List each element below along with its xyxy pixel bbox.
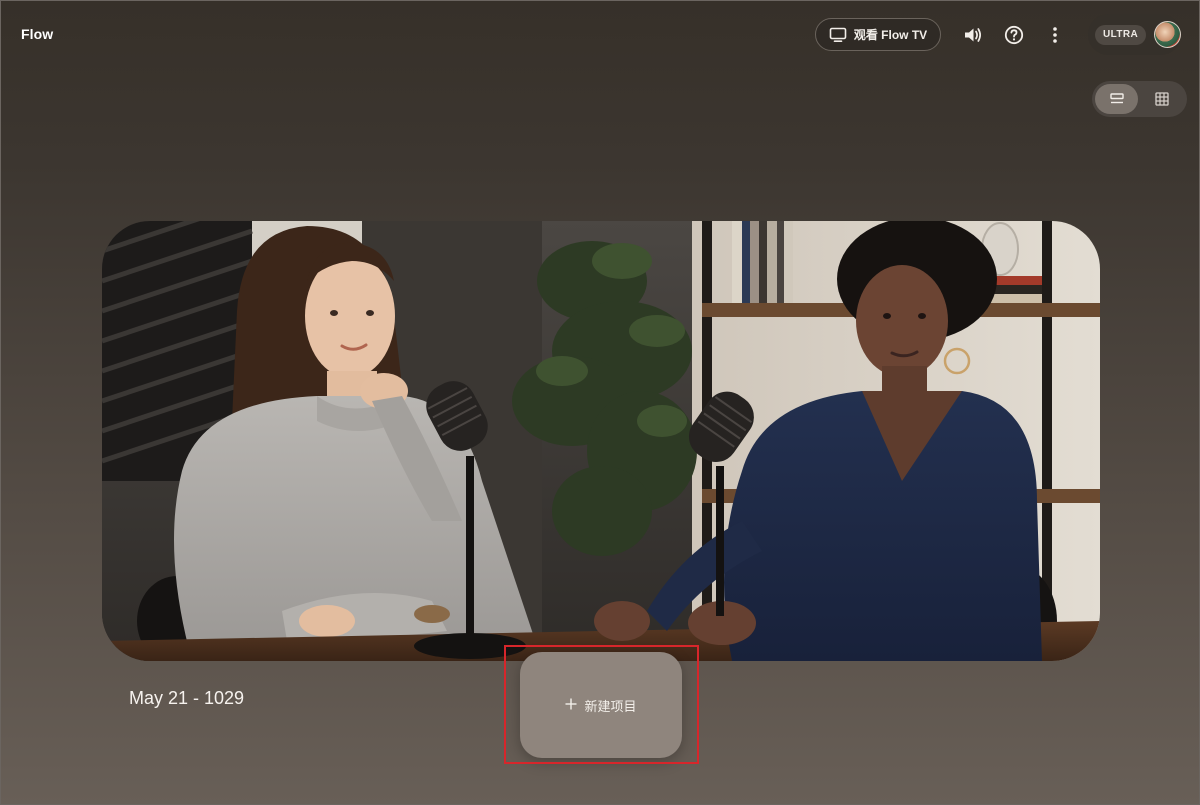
list-view-button[interactable] — [1095, 84, 1138, 114]
account-button[interactable]: ULTRA — [1088, 14, 1181, 55]
new-project-label: 新建项目 — [584, 698, 637, 714]
tv-icon — [829, 27, 847, 43]
list-view-icon — [1109, 93, 1124, 104]
volume-icon[interactable] — [961, 23, 985, 47]
tier-badge: ULTRA — [1095, 24, 1147, 45]
help-icon[interactable] — [1002, 23, 1026, 47]
more-vertical-icon[interactable] — [1043, 23, 1067, 47]
featured-project-thumbnail[interactable] — [102, 221, 1100, 661]
grid-view-button[interactable] — [1140, 84, 1183, 114]
podcast-scene-image — [102, 221, 1100, 661]
watch-flow-tv-button[interactable]: 观看 Flow TV — [815, 18, 941, 51]
app-title[interactable]: Flow — [21, 26, 53, 42]
grid-view-icon — [1154, 92, 1169, 106]
view-toggle — [1092, 81, 1187, 117]
user-avatar — [1154, 21, 1181, 48]
watch-flow-tv-label: 观看 Flow TV — [853, 28, 928, 42]
project-title[interactable]: May 21 - 1029 — [129, 688, 244, 709]
new-project-button[interactable]: 新建项目 — [520, 652, 682, 758]
plus-icon — [565, 698, 577, 713]
